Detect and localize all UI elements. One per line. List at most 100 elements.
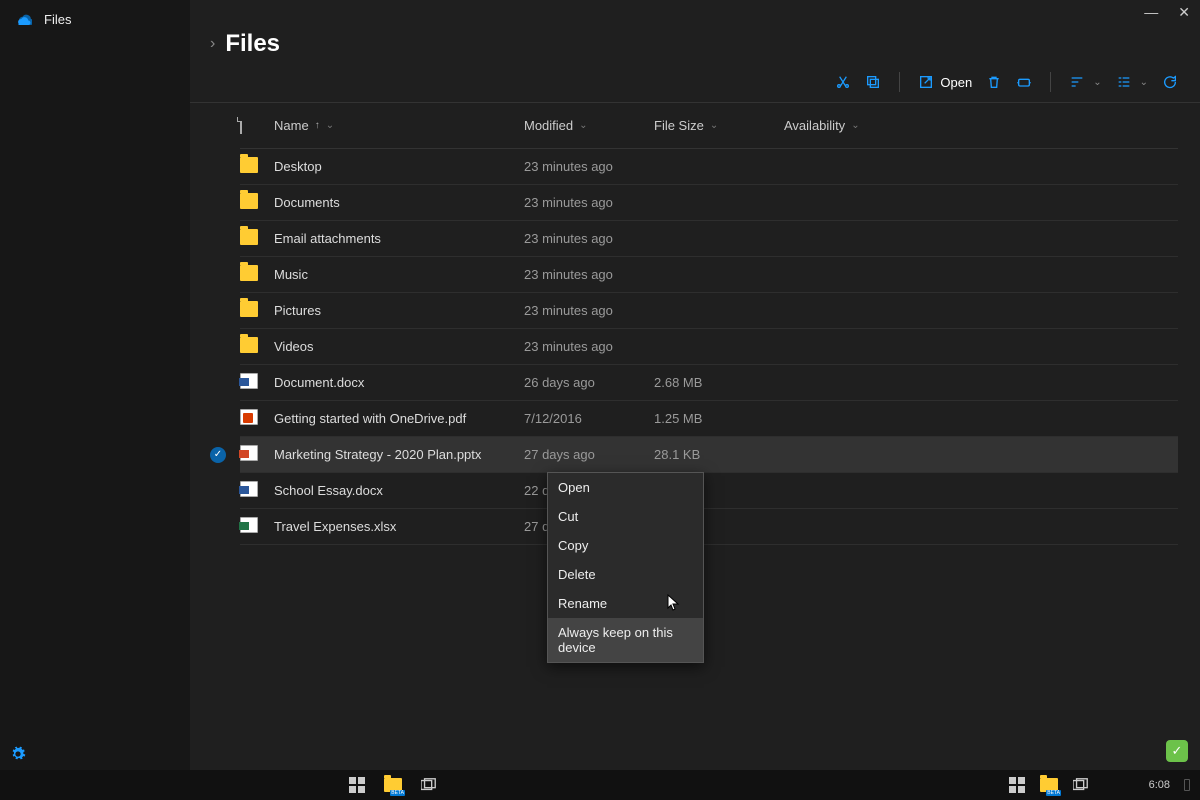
context-menu-item[interactable]: Copy	[548, 531, 703, 560]
table-row[interactable]: Desktop23 minutes ago	[240, 149, 1178, 185]
file-modified: 23 minutes ago	[524, 267, 654, 282]
task-view-button[interactable]	[420, 776, 438, 794]
file-name: Desktop	[274, 159, 524, 174]
file-name: Documents	[274, 195, 524, 210]
row-selected-check-icon	[210, 447, 226, 463]
context-menu-item[interactable]: Always keep on this device	[548, 618, 703, 662]
onedrive-cloud-icon	[14, 10, 32, 28]
context-menu: OpenCutCopyDeleteRenameAlways keep on th…	[547, 472, 704, 663]
docx-file-icon	[240, 373, 258, 389]
sidebar: Files	[0, 0, 190, 770]
view-button[interactable]: ⌄	[1116, 74, 1148, 90]
file-name: Music	[274, 267, 524, 282]
pdf-file-icon	[240, 409, 258, 425]
column-header-availability[interactable]: Availability⌄	[784, 118, 914, 133]
file-modified: 27 days ago	[524, 447, 654, 462]
sidebar-header[interactable]: Files	[0, 0, 190, 38]
context-menu-item[interactable]: Delete	[548, 560, 703, 589]
chevron-down-icon: ⌄	[326, 120, 334, 131]
task-view-button-secondary[interactable]	[1072, 776, 1090, 794]
taskbar: BETA BETA 6:08	[0, 770, 1200, 800]
table-row[interactable]: Documents23 minutes ago	[240, 185, 1178, 221]
chevron-down-icon: ⌄	[579, 120, 587, 131]
sort-ascending-icon: ↑	[315, 120, 320, 131]
file-name: School Essay.docx	[274, 483, 524, 498]
breadcrumb: › Files	[190, 24, 1200, 58]
file-size: 2.68 MB	[654, 375, 784, 390]
pptx-file-icon	[240, 445, 258, 461]
folder-icon	[240, 265, 258, 281]
copy-button[interactable]	[865, 74, 881, 90]
file-name: Getting started with OneDrive.pdf	[274, 411, 524, 426]
main-content: — ✕ › Files Open ⌄ ⌄	[190, 0, 1200, 770]
taskbar-clock[interactable]: 6:08	[1149, 779, 1170, 791]
chevron-down-icon: ⌄	[1093, 77, 1101, 88]
file-type-header-icon[interactable]	[240, 117, 242, 134]
xlsx-file-icon	[240, 517, 258, 533]
folder-icon	[240, 193, 258, 209]
chevron-down-icon: ⌄	[851, 120, 859, 131]
file-name: Travel Expenses.xlsx	[274, 519, 524, 534]
table-row[interactable]: Marketing Strategy - 2020 Plan.pptx27 da…	[240, 437, 1178, 473]
table-row[interactable]: Videos23 minutes ago	[240, 329, 1178, 365]
close-button[interactable]: ✕	[1178, 4, 1190, 21]
delete-button[interactable]	[986, 74, 1002, 90]
file-name: Document.docx	[274, 375, 524, 390]
window-titlebar: — ✕	[190, 0, 1200, 24]
page-title: Files	[225, 30, 280, 58]
docx-file-icon	[240, 481, 258, 497]
file-name: Videos	[274, 339, 524, 354]
table-row[interactable]: Document.docx26 days ago2.68 MB	[240, 365, 1178, 401]
start-button-secondary[interactable]	[1008, 776, 1026, 794]
file-modified: 26 days ago	[524, 375, 654, 390]
refresh-button[interactable]	[1162, 74, 1178, 90]
folder-icon	[240, 157, 258, 173]
folder-icon	[240, 229, 258, 245]
table-row[interactable]: Travel Expenses.xlsx27 days ago7.81 KB	[240, 509, 1178, 545]
table-row[interactable]: Getting started with OneDrive.pdf7/12/20…	[240, 401, 1178, 437]
command-bar: Open ⌄ ⌄	[190, 58, 1200, 102]
file-size: 1.25 MB	[654, 411, 784, 426]
file-modified: 23 minutes ago	[524, 339, 654, 354]
context-menu-item[interactable]: Open	[548, 473, 703, 502]
start-button[interactable]	[348, 776, 366, 794]
file-explorer-taskbar-icon[interactable]: BETA	[384, 776, 402, 794]
folder-icon	[240, 337, 258, 353]
cut-button[interactable]	[835, 74, 851, 90]
sync-complete-badge[interactable]: ✓	[1166, 740, 1188, 762]
file-modified: 23 minutes ago	[524, 303, 654, 318]
toolbar-separator	[899, 72, 900, 92]
file-name: Email attachments	[274, 231, 524, 246]
table-row[interactable]: Email attachments23 minutes ago	[240, 221, 1178, 257]
table-row[interactable]: School Essay.docx22 days ago10.8 KB	[240, 473, 1178, 509]
column-header-size[interactable]: File Size⌄	[654, 118, 784, 133]
breadcrumb-chevron-icon[interactable]: ›	[210, 35, 215, 53]
chevron-down-icon: ⌄	[710, 120, 718, 131]
file-name: Pictures	[274, 303, 524, 318]
file-explorer-taskbar-icon-secondary[interactable]: BETA	[1040, 776, 1058, 794]
file-modified: 23 minutes ago	[524, 159, 654, 174]
sidebar-title: Files	[44, 12, 71, 27]
file-size: 28.1 KB	[654, 447, 784, 462]
sort-button[interactable]: ⌄	[1069, 74, 1101, 90]
open-button[interactable]: Open	[918, 74, 972, 90]
toolbar-separator	[1050, 72, 1051, 92]
folder-icon	[240, 301, 258, 317]
column-header-modified[interactable]: Modified⌄	[524, 118, 654, 133]
table-header: Name↑⌄ Modified⌄ File Size⌄ Availability…	[240, 103, 1178, 149]
open-label: Open	[940, 75, 972, 90]
file-name: Marketing Strategy - 2020 Plan.pptx	[274, 447, 524, 462]
minimize-button[interactable]: —	[1144, 4, 1158, 20]
file-modified: 23 minutes ago	[524, 231, 654, 246]
context-menu-item[interactable]: Rename	[548, 589, 703, 618]
always-keep-button[interactable]	[1016, 74, 1032, 90]
tray-icon[interactable]	[1184, 779, 1190, 791]
table-row[interactable]: Pictures23 minutes ago	[240, 293, 1178, 329]
column-header-name[interactable]: Name↑⌄	[274, 118, 524, 133]
table-row[interactable]: Music23 minutes ago	[240, 257, 1178, 293]
chevron-down-icon: ⌄	[1140, 77, 1148, 88]
file-modified: 23 minutes ago	[524, 195, 654, 210]
settings-gear-icon[interactable]	[10, 746, 180, 762]
context-menu-item[interactable]: Cut	[548, 502, 703, 531]
file-modified: 7/12/2016	[524, 411, 654, 426]
